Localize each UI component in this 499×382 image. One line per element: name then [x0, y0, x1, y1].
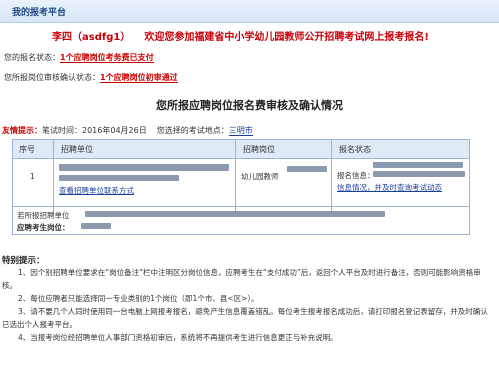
welcome-message: 欢迎您参加福建省中小学幼儿园教师公开招聘考试网上报考报名!: [144, 32, 429, 43]
area-label: 您选择的考试地点：: [156, 126, 229, 135]
redacted-footer-post: [81, 223, 111, 229]
table-footer: 若所报招聘单位 应聘考生岗位：: [13, 206, 469, 235]
redacted-post-detail: [287, 166, 327, 172]
col-unit: 招聘单位: [61, 145, 93, 154]
col-status: 报名状态: [339, 145, 371, 154]
row-post: 幼儿园教师: [241, 172, 279, 181]
tips-row: 友情提示：笔试时间：2016年04月26日 您选择的考试地点：三明市: [2, 125, 253, 136]
col-post: 招聘岗位: [243, 145, 275, 154]
redacted-unit-name: [59, 164, 229, 171]
platform-title: 我的报考平台: [12, 8, 67, 18]
notice-item-3: 3、请不要几个人同时使用同一台电脑上网报考报名，避免产生信息覆盖错乱。每位考生报…: [2, 307, 488, 329]
table-header: 序号 招聘单位 招聘岗位 报名状态: [13, 140, 469, 159]
col-index: 序号: [19, 145, 35, 154]
section-title: 您所报应聘岗位报名费审核及确认情况: [156, 99, 343, 112]
row-status-label: 报名信息：: [337, 171, 375, 180]
application-table: 序号 招聘单位 招聘岗位 报名状态 1 查看招聘单位联系方式 幼儿园教师 报名信…: [12, 139, 470, 235]
row-index: 1: [30, 172, 35, 181]
review-status-row: 您所报岗位审核确认状态：1个应聘岗位初审通过: [4, 72, 178, 83]
redacted-status-mid: [373, 171, 465, 177]
row-status-tail[interactable]: 信息情况，并及时查询考试动态: [337, 182, 442, 193]
tips-label: 友情提示：: [2, 126, 42, 135]
user-name: 李四（asdfg1）: [52, 32, 131, 43]
unit-contact-link[interactable]: 查看招聘单位联系方式: [59, 185, 134, 196]
redacted-footer-text: [85, 211, 385, 217]
footer-line-1: 若所报招聘单位: [17, 211, 70, 220]
review-status-label: 您所报岗位审核确认状态：: [4, 73, 100, 82]
signup-status-label: 您的报名状态：: [4, 53, 60, 62]
redacted-unit-detail: [59, 175, 179, 181]
redacted-status-top: [373, 162, 463, 168]
notice-title: 特别提示：: [2, 256, 45, 266]
signup-status-value[interactable]: 1个应聘岗位考务费已支付: [60, 53, 154, 63]
notice-item-2: 2、每位应聘者只能选择同一专业类别的1个岗位（即1个市、县<区>）。: [18, 294, 259, 303]
notice-item-4: 4、当报考岗位经招聘单位人事部门资格初审后，系统将不再提供考生进行信息更正与补充…: [18, 333, 338, 342]
signup-status-row: 您的报名状态：1个应聘岗位考务费已支付: [4, 52, 154, 63]
area-value[interactable]: 三明市: [228, 126, 253, 136]
exam-time: 笔试时间：2016年04月26日: [42, 126, 147, 135]
footer-line-2: 应聘考生岗位：: [17, 223, 70, 232]
notice-item-1: 1、因个别招聘单位要求在“岗位备注”栏中注明区分岗位信息，应聘考生在“支付成功”…: [2, 268, 481, 290]
welcome-banner: 李四（asdfg1） 欢迎您参加福建省中小学幼儿园教师公开招聘考试网上报考报名!: [52, 28, 429, 43]
platform-header: 我的报考平台: [0, 0, 499, 23]
review-status-value[interactable]: 1个应聘岗位初审通过: [100, 73, 178, 83]
